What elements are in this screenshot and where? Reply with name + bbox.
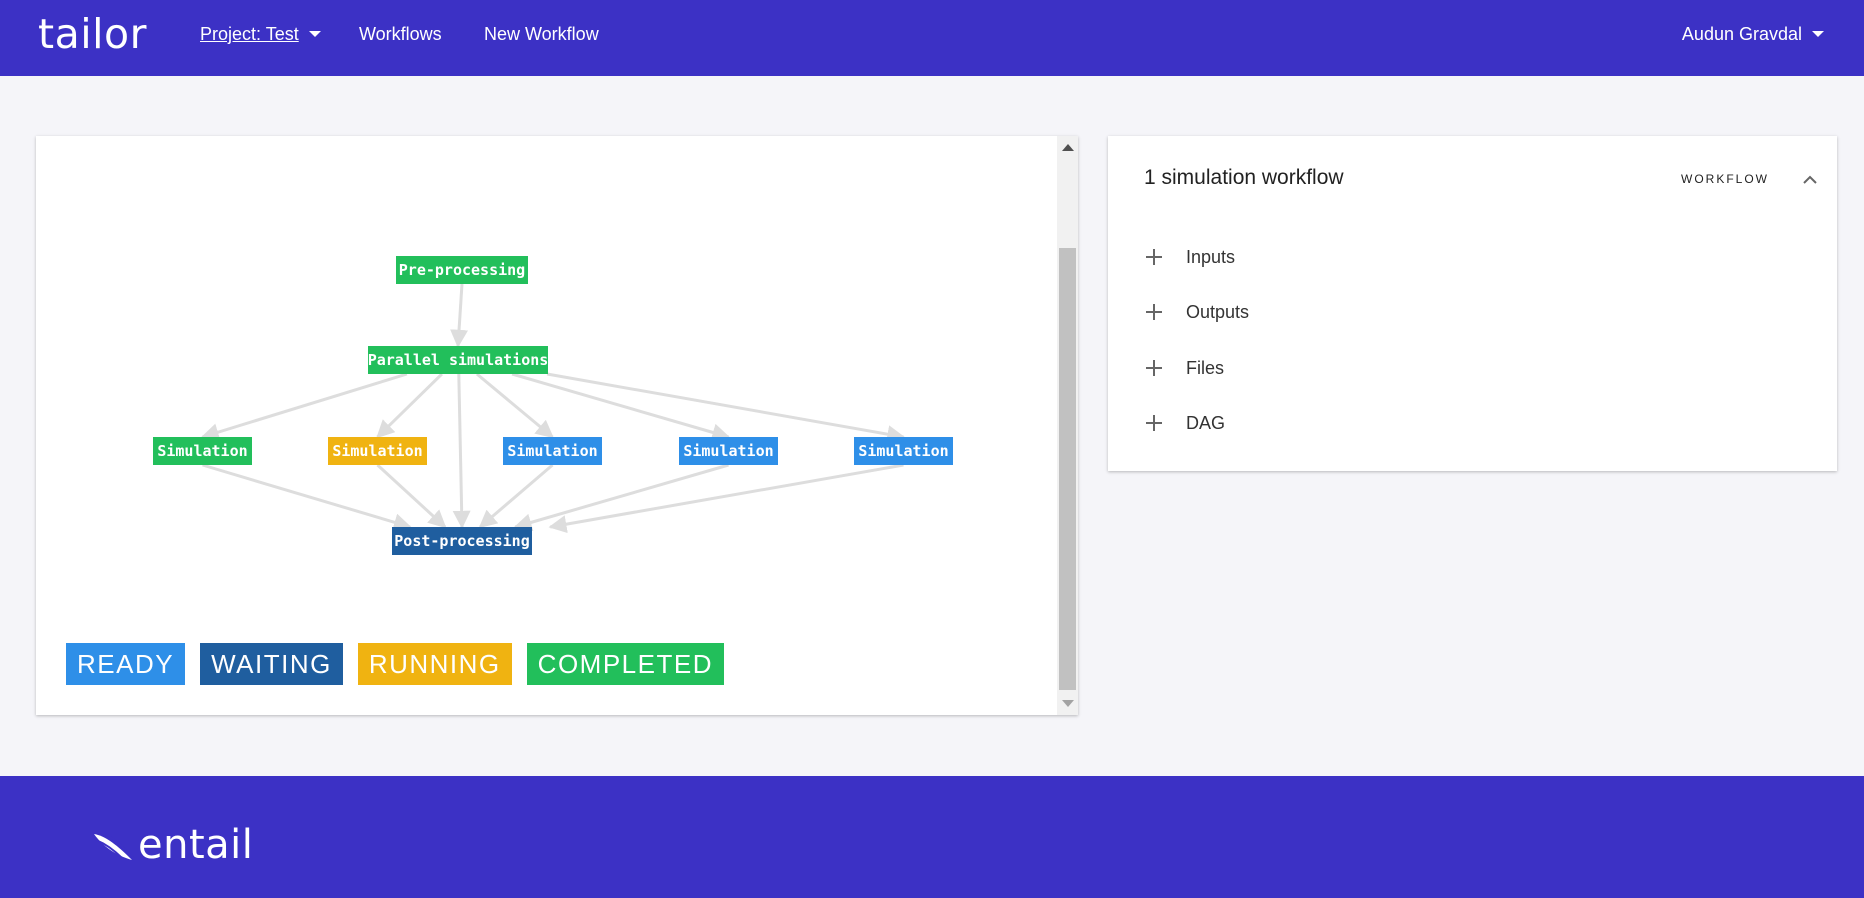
chevron-up-icon[interactable] <box>1800 170 1820 190</box>
dag-edge-par-sim5 <box>546 372 906 444</box>
plus-icon <box>1146 415 1162 431</box>
dag-node-label: Simulation <box>683 442 773 460</box>
dag-edges <box>200 283 906 534</box>
user-menu[interactable]: Audun Gravdal <box>1682 24 1824 45</box>
dag-node-sim2[interactable]: Simulation <box>328 437 427 465</box>
workflow-title: 1 simulation workflow <box>1144 166 1344 189</box>
dag-edge-sim4-post <box>513 463 729 532</box>
scroll-thumb[interactable] <box>1059 248 1076 690</box>
section-inputs[interactable]: Inputs <box>1144 242 1235 272</box>
section-files[interactable]: Files <box>1144 353 1224 383</box>
status-legend: READY WAITING RUNNING COMPLETED <box>66 643 724 685</box>
project-selector-label: Project: Test <box>200 24 299 44</box>
dag-edge-sim2-post <box>376 463 447 529</box>
plus-icon <box>1146 360 1162 376</box>
dag-edge-par-sim2 <box>376 372 443 439</box>
footer <box>0 776 1864 898</box>
dag-edge-par-sim4 <box>511 372 731 442</box>
section-files-label: Files <box>1186 357 1225 378</box>
dag-edge-par-sim1 <box>200 372 408 441</box>
section-inputs-label: Inputs <box>1186 246 1236 267</box>
feather-icon <box>94 831 135 860</box>
footer-logo-text: entail <box>138 822 254 868</box>
nav-workflows-link[interactable]: Workflows <box>359 24 442 45</box>
dag-node-pre[interactable]: Pre-processing <box>396 256 528 284</box>
dag-edge-sim5-post <box>548 463 904 534</box>
workflow-info-card: 1 simulation workflow WORKFLOW Inputs Ou… <box>1108 136 1837 471</box>
dag-nodes: Pre-processing Parallel simulations Simula… <box>153 256 953 555</box>
legend-completed: COMPLETED <box>526 643 724 685</box>
dag-node-sim1[interactable]: Simulation <box>153 437 252 465</box>
section-dag[interactable]: DAG <box>1144 408 1225 438</box>
caret-down-icon <box>1812 31 1824 38</box>
dag-edge-par-post <box>452 373 471 529</box>
top-navigation-bar: tailor Project: Test Workflows New Workf… <box>0 0 1864 76</box>
brand-logo[interactable]: tailor <box>38 10 147 58</box>
scroll-up-arrow-icon[interactable] <box>1062 144 1074 151</box>
dag-card: Pre-processing Parallel simulations Simula… <box>36 136 1078 715</box>
dag-edge-sim1-post <box>202 463 412 531</box>
dag-graph: Pre-processing Parallel simulations Simula… <box>153 256 953 555</box>
dag-node-post[interactable]: Post-processing <box>392 527 532 555</box>
dag-node-sim4[interactable]: Simulation <box>679 437 778 465</box>
vertical-scrollbar[interactable] <box>1057 136 1078 715</box>
footer-logo[interactable]: entail <box>92 822 253 868</box>
caret-down-icon <box>308 31 321 38</box>
dag-node-label: Parallel simulations <box>368 351 549 369</box>
user-name: Audun Gravdal <box>1681 24 1802 44</box>
section-dag-label: DAG <box>1186 412 1226 433</box>
dag-node-label: Simulation <box>507 442 597 460</box>
dag-node-par[interactable]: Parallel simulations <box>368 346 549 374</box>
dag-node-label: Simulation <box>157 442 247 460</box>
legend-running: RUNNING <box>357 643 512 685</box>
workflow-tag: WORKFLOW <box>1681 172 1769 186</box>
dag-edge-sim3-post <box>478 463 554 529</box>
dag-node-label: Simulation <box>858 442 948 460</box>
dag-node-label: Simulation <box>332 442 422 460</box>
plus-icon <box>1146 249 1162 265</box>
legend-waiting: WAITING <box>200 643 343 685</box>
dag-node-label: Post-processing <box>394 532 529 550</box>
scroll-down-arrow-icon[interactable] <box>1062 700 1074 707</box>
dag-node-label: Pre-processing <box>399 261 525 279</box>
section-outputs[interactable]: Outputs <box>1144 297 1249 327</box>
nav-new-workflow-link[interactable]: New Workflow <box>484 24 599 45</box>
section-outputs-label: Outputs <box>1186 301 1250 322</box>
dag-node-sim5[interactable]: Simulation <box>854 437 953 465</box>
legend-ready: READY <box>66 643 186 685</box>
plus-icon <box>1146 304 1162 320</box>
dag-node-sim3[interactable]: Simulation <box>503 437 602 465</box>
project-selector[interactable]: Project: Test <box>200 24 321 45</box>
dag-edge-pre-par <box>450 283 469 348</box>
